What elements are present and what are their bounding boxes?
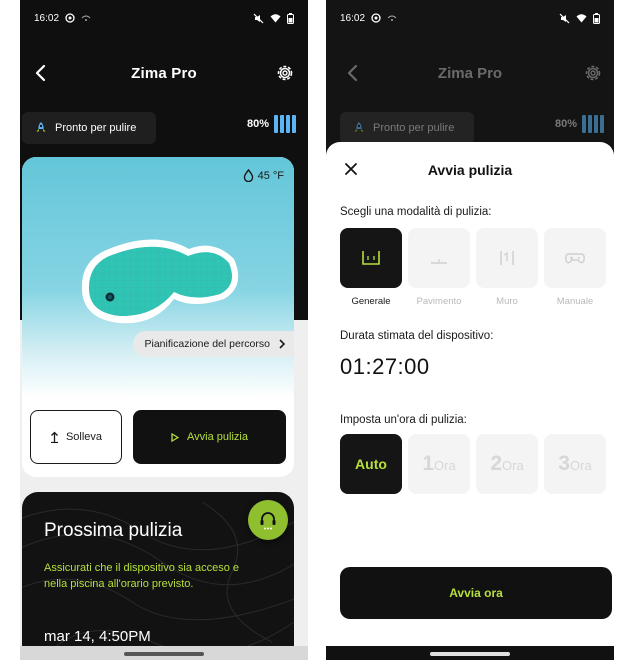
mode-section-label: Scegli una modalità di pulizia: bbox=[340, 206, 492, 218]
app-notification-icon bbox=[65, 13, 75, 23]
start-cleaning-sheet: Avvia pulizia Scegli una modalità di pul… bbox=[326, 142, 614, 660]
time-option-1h[interactable]: 1 Ora bbox=[408, 434, 470, 494]
time-option-value: Auto bbox=[355, 456, 387, 472]
gear-icon[interactable] bbox=[274, 62, 296, 84]
battery-percent: 80% bbox=[554, 118, 577, 130]
start-cleaning-screen: 16:02 Zima Pro Pronto per pulire 80% Avv… bbox=[326, 0, 614, 660]
wifi-small-icon bbox=[387, 15, 397, 21]
time-option-3h[interactable]: 3 Ora bbox=[544, 434, 606, 494]
wifi-icon bbox=[270, 14, 281, 23]
play-icon bbox=[171, 432, 180, 442]
wifi-small-icon bbox=[81, 15, 91, 21]
ready-status-chip: Pronto per pulire bbox=[340, 112, 474, 144]
ready-status-chip: Pronto per pulire bbox=[22, 112, 156, 144]
duration-value: 01:27:00 bbox=[340, 354, 430, 379]
back-arrow-icon[interactable] bbox=[30, 62, 52, 84]
battery-percent: 80% bbox=[246, 118, 269, 130]
device-title: Zima Pro bbox=[131, 64, 197, 82]
mode-floor[interactable]: Pavimento bbox=[408, 228, 470, 307]
temperature-readout: 45 °F bbox=[243, 169, 284, 182]
back-arrow-icon bbox=[347, 64, 358, 82]
sheet-title: Avvia pulizia bbox=[427, 162, 513, 178]
temperature-value: 45 °F bbox=[257, 169, 284, 182]
mode-general[interactable]: Generale bbox=[340, 228, 402, 307]
time-option-auto[interactable]: Auto bbox=[340, 434, 402, 494]
mode-tile bbox=[544, 228, 606, 288]
next-cleaning-date: mar 14, 4:50PM bbox=[44, 628, 151, 645]
mute-icon bbox=[253, 13, 264, 23]
status-time: 16:02 bbox=[340, 12, 366, 24]
pool-floor-icon bbox=[431, 259, 447, 264]
support-button[interactable] bbox=[248, 500, 288, 540]
home-indicator[interactable] bbox=[430, 652, 510, 656]
mode-label: Muro bbox=[496, 296, 518, 307]
start-cleaning-button[interactable]: Avvia pulizia bbox=[133, 410, 286, 464]
time-option-value: 3 bbox=[558, 452, 570, 475]
gamepad-icon bbox=[565, 253, 585, 264]
duration-section-label: Durata stimata del dispositivo: bbox=[340, 330, 494, 342]
time-option-unit: Ora bbox=[570, 458, 592, 473]
mode-manual[interactable]: Manuale bbox=[544, 228, 606, 307]
pool-map-card: 45 °F Pianificazione del percorso Sollev… bbox=[22, 157, 294, 477]
pool-map-graphic[interactable] bbox=[74, 231, 244, 331]
time-section-label: Imposta un'ora di pulizia: bbox=[340, 414, 467, 426]
lift-button[interactable]: Solleva bbox=[30, 410, 122, 464]
mode-tile bbox=[408, 228, 470, 288]
battery-bars-icon bbox=[274, 115, 296, 133]
battery-indicator: 80% bbox=[555, 115, 604, 133]
time-option-unit: Ora bbox=[502, 458, 524, 473]
chevron-right-icon bbox=[279, 339, 286, 349]
mode-selector: Generale Pavimento Muro Manuale bbox=[340, 228, 606, 307]
app-notification-icon bbox=[371, 13, 381, 23]
time-option-unit: Ora bbox=[434, 458, 456, 473]
mode-label: Manuale bbox=[556, 296, 594, 307]
battery-status-icon bbox=[593, 12, 600, 24]
ready-status-label: Pronto per pulire bbox=[373, 122, 455, 134]
time-option-value: 2 bbox=[490, 452, 502, 475]
mode-label: Pavimento bbox=[416, 296, 462, 307]
path-planning-button[interactable]: Pianificazione del percorso bbox=[132, 331, 294, 357]
main-screen: 16:02 Zima Pro Pronto per pulire 80% 45 … bbox=[20, 0, 308, 660]
pool-general-icon bbox=[362, 251, 380, 265]
start-now-label: Avvia ora bbox=[449, 586, 503, 600]
battery-indicator: 80% bbox=[247, 115, 296, 133]
time-selector: Auto 1 Ora 2 Ora 3 Ora bbox=[340, 434, 606, 494]
time-option-2h[interactable]: 2 Ora bbox=[476, 434, 538, 494]
water-drop-icon bbox=[243, 169, 253, 182]
battery-status-icon bbox=[287, 12, 294, 24]
device-title: Zima Pro bbox=[437, 64, 503, 82]
lift-label: Solleva bbox=[65, 431, 103, 443]
headset-icon bbox=[260, 512, 276, 530]
status-time: 16:02 bbox=[34, 12, 60, 24]
time-option-value: 1 bbox=[422, 452, 434, 475]
lift-arrow-icon bbox=[50, 431, 58, 443]
path-planning-label: Pianificazione del percorso bbox=[144, 338, 271, 350]
mode-label: Generale bbox=[351, 296, 391, 307]
ready-status-label: Pronto per pulire bbox=[55, 122, 137, 134]
start-cleaning-label: Avvia pulizia bbox=[187, 431, 248, 443]
mute-icon bbox=[559, 13, 570, 23]
mode-tile bbox=[340, 228, 402, 288]
mode-tile bbox=[476, 228, 538, 288]
pool-wall-icon bbox=[500, 251, 514, 265]
start-now-button[interactable]: Avvia ora bbox=[340, 567, 612, 619]
rocket-icon bbox=[354, 122, 364, 132]
mode-wall[interactable]: Muro bbox=[476, 228, 538, 307]
next-cleaning-description: Assicurati che il dispositivo sia acceso… bbox=[44, 562, 240, 590]
app-bar: Zima Pro bbox=[20, 56, 308, 90]
wifi-icon bbox=[576, 14, 587, 23]
status-bar: 16:02 bbox=[326, 0, 614, 36]
app-bar-dimmed: Zima Pro bbox=[326, 56, 614, 90]
next-cleaning-title: Prossima pulizia bbox=[44, 520, 183, 541]
rocket-icon bbox=[36, 122, 46, 132]
gear-icon bbox=[585, 65, 601, 81]
home-indicator[interactable] bbox=[124, 652, 204, 656]
battery-bars-icon bbox=[582, 115, 604, 133]
status-bar: 16:02 bbox=[20, 0, 308, 36]
